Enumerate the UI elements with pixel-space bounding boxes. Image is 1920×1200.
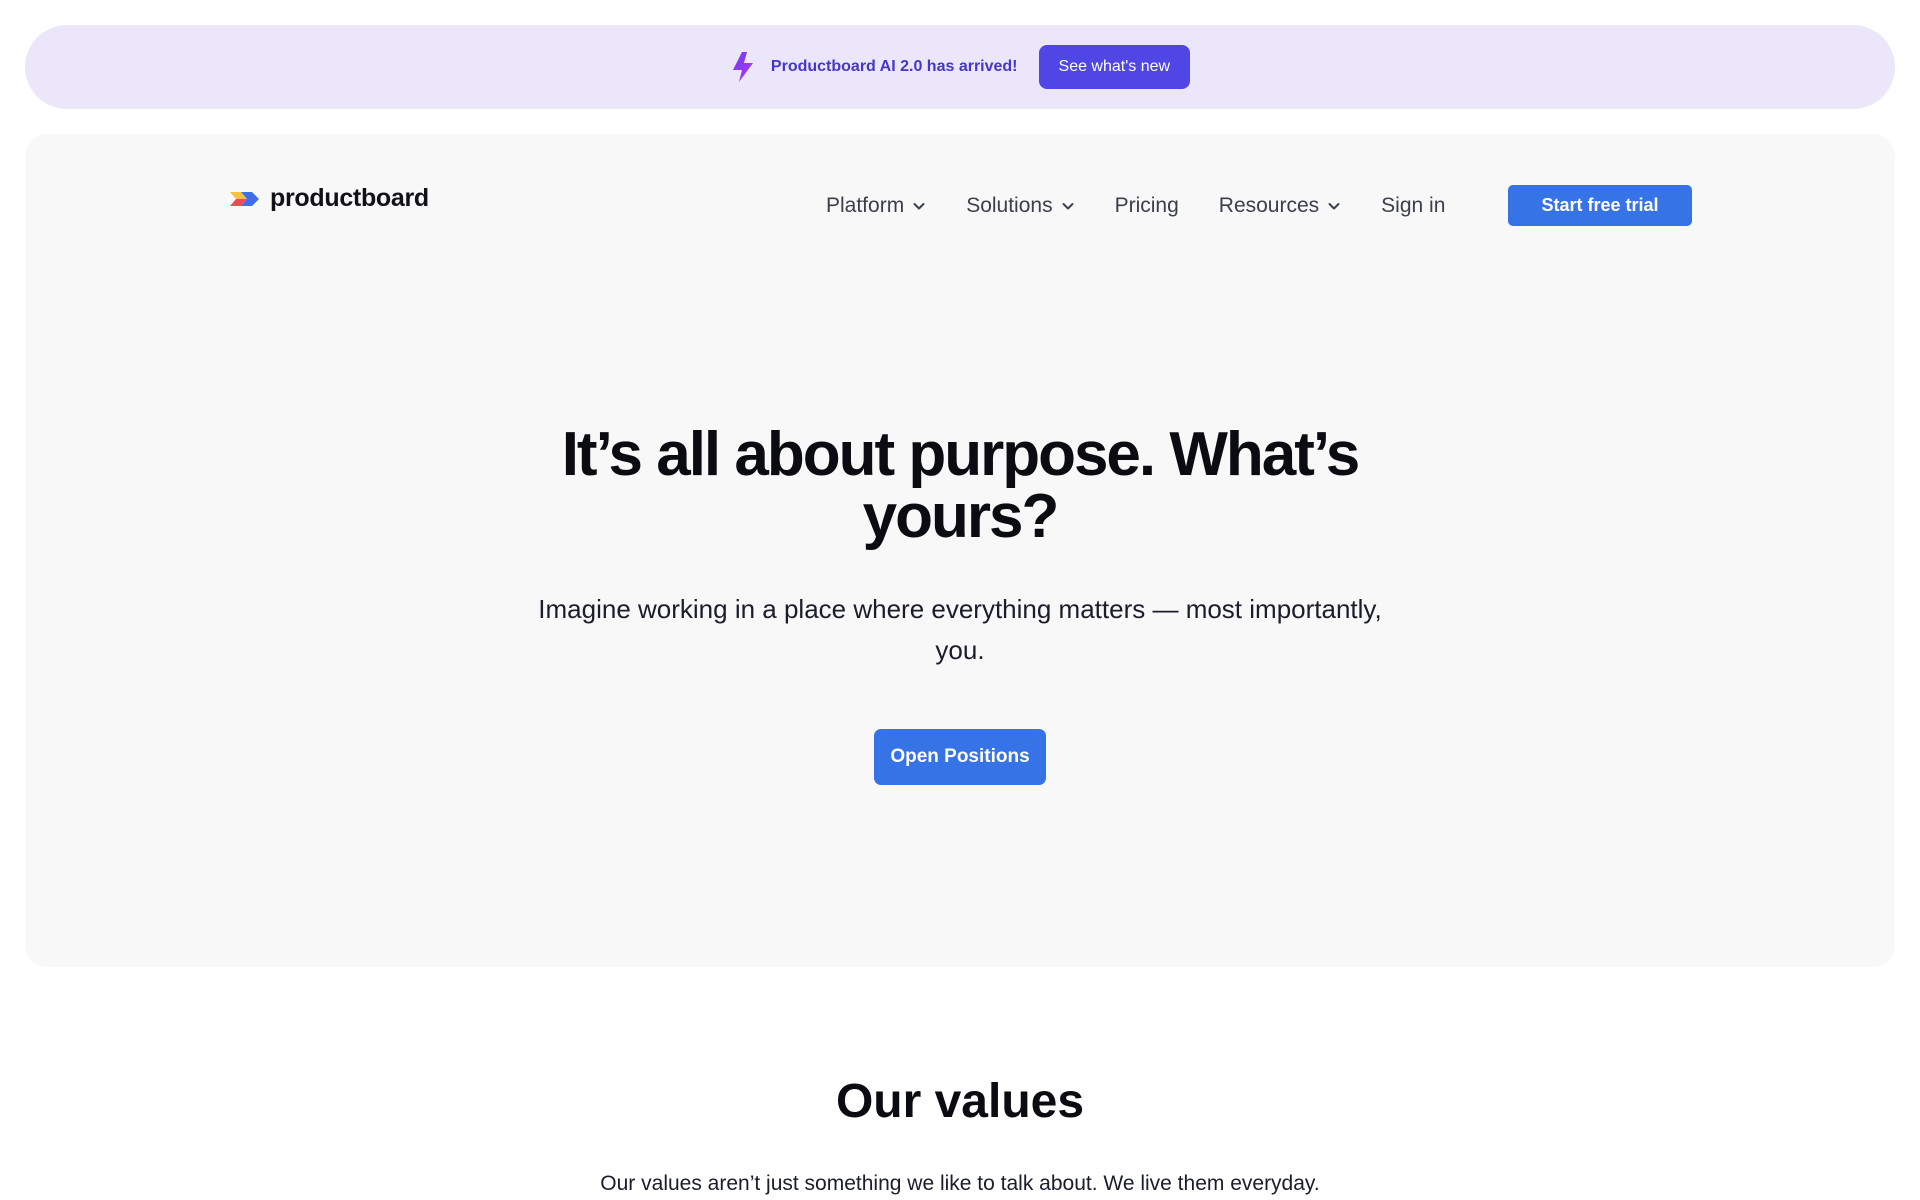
hero-section: productboard Platform Solutions Pricing … xyxy=(25,134,1895,967)
hero-subtitle: Imagine working in a place where everyth… xyxy=(25,589,1895,671)
nav-item-label: Solutions xyxy=(966,194,1053,217)
hero-subtitle-line: Imagine working in a place where everyth… xyxy=(538,594,1382,624)
chevron-down-icon xyxy=(913,203,925,210)
hero-title-line: It’s all about purpose. What’s xyxy=(561,420,1361,489)
nav-item-sign-in[interactable]: Sign in xyxy=(1381,194,1445,218)
careers-page: Productboard AI 2.0 has arrived! See wha… xyxy=(0,0,1920,1200)
chevron-down-icon xyxy=(1062,203,1074,210)
productboard-logo-icon xyxy=(230,191,259,206)
hero-title: It’s all about purpose. What’s yours? xyxy=(25,424,1895,548)
main-nav: Platform Solutions Pricing Resources Sig… xyxy=(826,186,1485,226)
hero-subtitle-line: you. xyxy=(935,635,985,665)
nav-item-label: Pricing xyxy=(1114,194,1179,217)
announcement-text: Productboard AI 2.0 has arrived! xyxy=(770,58,1018,75)
nav-item-platform[interactable]: Platform xyxy=(826,194,926,218)
lightning-bolt-icon xyxy=(730,51,756,83)
productboard-logo[interactable]: productboard xyxy=(228,184,429,213)
values-heading: Our values xyxy=(835,1075,1085,1128)
open-positions-button[interactable]: Open Positions xyxy=(874,729,1046,785)
nav-item-resources[interactable]: Resources xyxy=(1219,194,1341,218)
announcement-banner: Productboard AI 2.0 has arrived! See wha… xyxy=(25,25,1895,109)
hero-title-line: yours? xyxy=(862,482,1060,551)
start-free-trial-button[interactable]: Start free trial xyxy=(1508,185,1692,226)
chevron-down-icon xyxy=(1328,203,1340,210)
nav-item-label: Platform xyxy=(826,194,905,217)
nav-item-label: Resources xyxy=(1218,194,1320,217)
nav-item-solutions[interactable]: Solutions xyxy=(966,194,1074,218)
nav-item-pricing[interactable]: Pricing xyxy=(1115,194,1179,218)
values-description: Our values aren’t just something we like… xyxy=(600,1172,1320,1195)
nav-item-label: Sign in xyxy=(1381,194,1446,217)
logo-wordmark: productboard xyxy=(270,184,429,212)
see-whats-new-button[interactable]: See what's new xyxy=(1038,45,1191,89)
